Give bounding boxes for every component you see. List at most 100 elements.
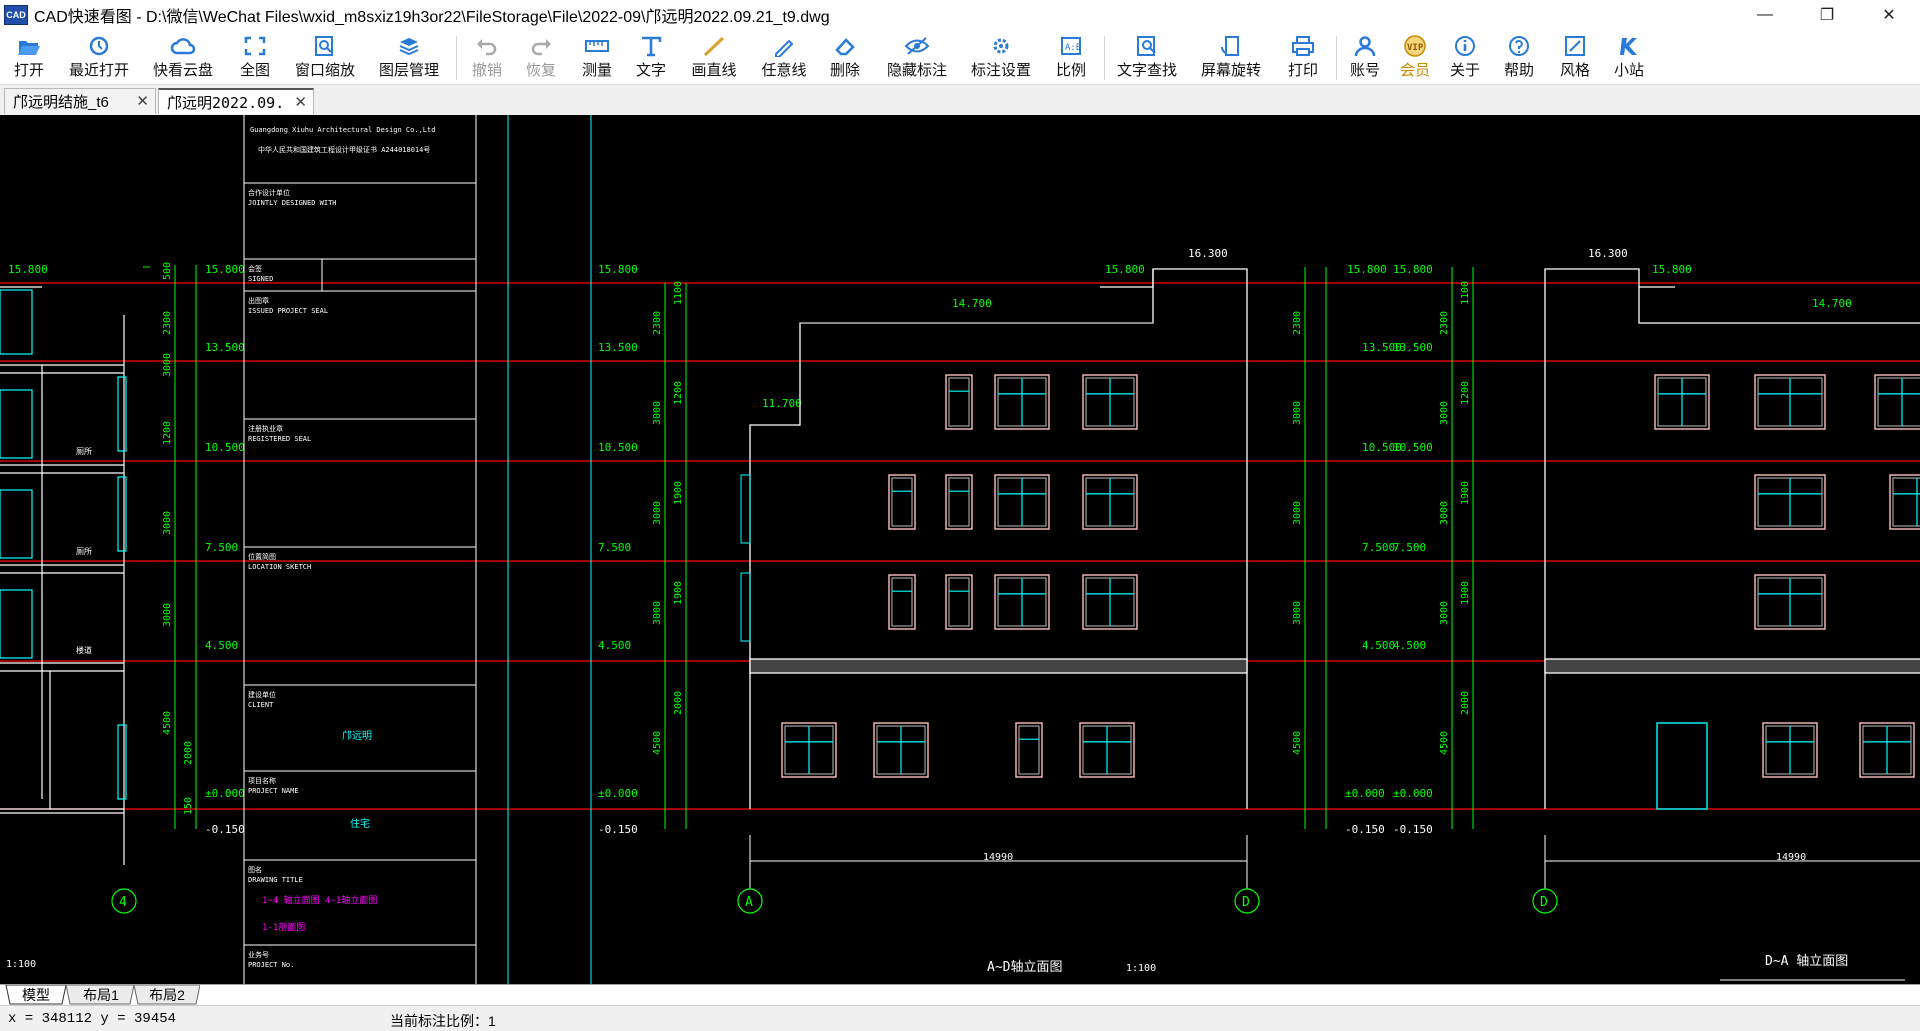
measure-button[interactable]: 测量 <box>574 30 620 84</box>
scale-icon: A:B <box>1058 34 1084 58</box>
recent-open-button[interactable]: 最近打开 <box>64 30 134 84</box>
full-view-button[interactable]: 全图 <box>232 30 278 84</box>
svg-text:3000: 3000 <box>1439 401 1450 425</box>
svg-text:3000: 3000 <box>1292 501 1303 525</box>
svg-text:15.800: 15.800 <box>1347 263 1387 276</box>
svg-text:合作设计单位: 合作设计单位 <box>248 188 290 197</box>
delete-button[interactable]: 删除 <box>822 30 868 84</box>
drawing-title-2: 1-1剖面图 <box>262 921 305 933</box>
undo-button[interactable]: 撤销 <box>464 30 510 84</box>
window-frame <box>945 374 973 430</box>
layout-tab-layout1[interactable]: 布局1 <box>72 985 130 1004</box>
printer-icon <box>1290 34 1316 58</box>
project-name: 住宅 <box>350 817 370 830</box>
svg-text:14.700: 14.700 <box>952 297 992 310</box>
svg-text:1900: 1900 <box>1460 481 1471 505</box>
svg-text:4: 4 <box>119 895 127 910</box>
eraser-icon <box>832 34 858 58</box>
svg-text:位置简图: 位置简图 <box>248 552 276 561</box>
svg-text:D: D <box>1242 895 1250 910</box>
window-sash <box>891 577 913 627</box>
svg-text:D: D <box>1540 895 1548 910</box>
svg-text:3000: 3000 <box>1292 601 1303 625</box>
svg-text:1200: 1200 <box>162 421 173 445</box>
window-frame <box>945 474 973 530</box>
layout-tab-layout2[interactable]: 布局2 <box>138 985 196 1004</box>
help-icon <box>1506 34 1532 58</box>
ad-dimension-chains <box>664 267 1327 829</box>
svg-text:3000: 3000 <box>1439 601 1450 625</box>
svg-text:4.500: 4.500 <box>205 639 238 652</box>
vip-member-button[interactable]: VIP 会员 <box>1392 30 1438 84</box>
svg-text:500: 500 <box>162 262 173 280</box>
layer-manager-button[interactable]: 图层管理 <box>374 30 444 84</box>
svg-text:图名: 图名 <box>248 865 262 874</box>
history-icon <box>86 34 112 58</box>
rotate-screen-button[interactable]: 屏幕旋转 <box>1196 30 1266 84</box>
hide-annotation-icon <box>904 34 930 58</box>
svg-text:JOINTLY DESIGNED WITH: JOINTLY DESIGNED WITH <box>248 199 337 207</box>
annotation-settings-button[interactable]: 标注设置 <box>966 30 1036 84</box>
hide-annotation-button[interactable]: 隐藏标注 <box>882 30 952 84</box>
toolbar-separator <box>456 36 457 80</box>
svg-text:14.700: 14.700 <box>1812 297 1852 310</box>
print-button[interactable]: 打印 <box>1280 30 1326 84</box>
open-button[interactable]: 打开 <box>6 30 52 84</box>
redo-button[interactable]: 恢复 <box>518 30 564 84</box>
svg-text:±0.000: ±0.000 <box>1393 787 1433 800</box>
cursor-coordinates: x = 348112 y = 39454 <box>8 1011 177 1027</box>
tab-structure-drawing[interactable]: 邝远明结施_t6 ✕ <box>4 88 156 114</box>
window-title: CAD快速看图 - D:\微信\WeChat Files\wxid_m8sxiz… <box>34 9 830 26</box>
close-tab-icon[interactable]: ✕ <box>294 93 307 111</box>
maximize-button[interactable]: ❐ <box>1796 0 1858 30</box>
layout-tab-model[interactable]: 模型 <box>10 985 62 1004</box>
account-button[interactable]: 账号 <box>1342 30 1388 84</box>
window-sash <box>948 377 970 427</box>
svg-text:Guangdong Xiuhu Architectural: Guangdong Xiuhu Architectural Design Co.… <box>250 126 435 134</box>
close-window-button[interactable]: ✕ <box>1858 0 1920 30</box>
svg-text:150: 150 <box>183 797 194 815</box>
svg-text:±0.000: ±0.000 <box>205 787 245 800</box>
cloud-drive-button[interactable]: 快看云盘 <box>148 30 218 84</box>
side-window <box>740 572 751 642</box>
tab-elevation-drawing[interactable]: 邝远明2022.09. ✕ <box>158 88 314 114</box>
floor-lines <box>0 282 1920 810</box>
svg-text:-0.150: -0.150 <box>1393 823 1433 836</box>
draw-line-button[interactable]: 画直线 <box>684 30 744 84</box>
text-search-button[interactable]: 文字查找 <box>1112 30 1182 84</box>
station-button[interactable]: 小站 <box>1606 30 1652 84</box>
svg-text:±0.000: ±0.000 <box>598 787 638 800</box>
text-button[interactable]: 文字 <box>628 30 674 84</box>
ad-level-marks: 15.800 13.500 10.500 7.500 4.500 ±0.000 … <box>598 247 1402 836</box>
window-sash <box>1018 725 1040 775</box>
zoom-window-button[interactable]: 窗口缩放 <box>290 30 360 84</box>
ad-view-scale: 1:100 <box>1126 963 1156 974</box>
da-overall-width: 14990 <box>1776 852 1806 863</box>
svg-text:4500: 4500 <box>1292 731 1303 755</box>
ad-overall-width: 14990 <box>983 852 1013 863</box>
style-button[interactable]: 风格 <box>1552 30 1598 84</box>
svg-text:4500: 4500 <box>1439 731 1450 755</box>
kuaikan-station-icon <box>1616 34 1642 58</box>
minimize-button[interactable]: — <box>1734 0 1796 30</box>
annotation-settings-icon <box>988 34 1014 58</box>
help-button[interactable]: 帮助 <box>1496 30 1542 84</box>
svg-text:DRAWING TITLE: DRAWING TITLE <box>248 876 303 884</box>
svg-text:VIP: VIP <box>1407 43 1424 53</box>
window-sash <box>891 477 913 527</box>
drawing-title-1: 1~4 轴立面图 4~1轴立面图 <box>262 894 377 906</box>
measure-icon <box>584 34 610 58</box>
svg-text:中华人民共和国建筑工程设计甲级证书 A244018014号: 中华人民共和国建筑工程设计甲级证书 A244018014号 <box>258 145 430 154</box>
scale-button[interactable]: A:B 比例 <box>1048 30 1094 84</box>
svg-text:CLIENT: CLIENT <box>248 701 274 709</box>
zoom-window-icon <box>312 34 338 58</box>
freehand-line-button[interactable]: 任意线 <box>754 30 814 84</box>
about-button[interactable]: 关于 <box>1442 30 1488 84</box>
drawing-canvas[interactable]: 厕所 厕所 楼道 500 2300 3000 1200 3000 3000 45… <box>0 115 1920 984</box>
svg-text:13.500: 13.500 <box>1393 341 1433 354</box>
svg-text:A:B: A:B <box>1065 43 1081 53</box>
svg-text:-0.150: -0.150 <box>1345 823 1385 836</box>
svg-text:4500: 4500 <box>162 711 173 735</box>
text-icon <box>638 34 664 58</box>
close-tab-icon[interactable]: ✕ <box>136 92 149 110</box>
